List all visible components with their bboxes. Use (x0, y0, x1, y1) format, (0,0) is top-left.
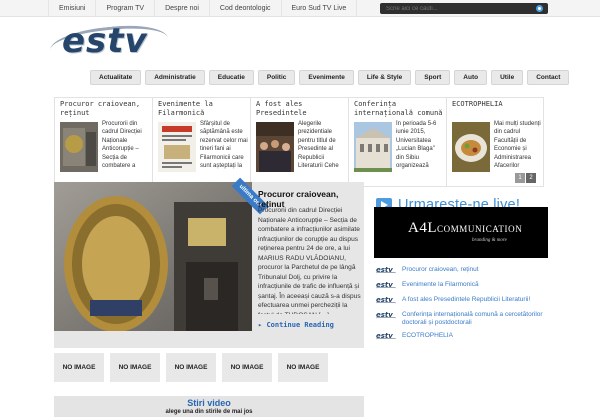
menu-utile[interactable]: Utile (491, 70, 524, 85)
carousel-item[interactable]: A fost ales Presedintele Alegerile prezi… (251, 98, 349, 186)
estv-mini-logo: estv (376, 296, 398, 306)
mini-logo-swoosh (376, 317, 396, 320)
no-image-placeholder[interactable]: NO IMAGE (222, 353, 272, 382)
sidebar-news-list: estv Procuror craiovean, reținut estv Ev… (376, 266, 552, 347)
top-nav: Emisiuni Program TV Despre noi Cod deont… (48, 0, 358, 17)
mini-logo-swoosh (376, 338, 396, 341)
ad-brand-big: A4L (408, 220, 437, 236)
sidebar-news-link[interactable]: Conferința internațională comună a cerce… (402, 311, 552, 327)
sidebar-news-link[interactable]: A fost ales Presedintele Republicii Lite… (402, 296, 530, 304)
menu-evenimente[interactable]: Evenimente (299, 70, 354, 85)
carousel-pager: 1 2 (515, 173, 536, 183)
search-input[interactable] (386, 3, 526, 14)
mini-logo-swoosh (376, 272, 396, 275)
estv-mini-logo: estv (376, 266, 398, 276)
featured-image[interactable] (54, 182, 252, 331)
sidebar-news-item[interactable]: estv ECOTROPHELIA (376, 332, 552, 342)
continue-reading-label: Continue Reading (266, 321, 334, 329)
carousel-item-excerpt: Alegerile prezidentiale pentru titlul de… (298, 121, 339, 170)
sidebar-news-link[interactable]: ECOTROPHELIA (402, 332, 453, 340)
menu-educatie[interactable]: Educatie (208, 70, 254, 85)
carousel-item-excerpt: Sfârșitul de săptămână este rezervat cel… (200, 121, 248, 170)
no-image-placeholder[interactable]: NO IMAGE (110, 353, 160, 382)
a4l-ad-banner[interactable]: A4LCOMMUNICATION branding & more (374, 207, 548, 258)
estv-mini-logo: estv (376, 332, 398, 342)
sidebar-news-item[interactable]: estv Procuror craiovean, reținut (376, 266, 552, 276)
carousel-item-title[interactable]: A fost ales Presedintele (256, 100, 348, 118)
main-menu: Actualitate Administratie Educatie Polit… (90, 70, 570, 85)
topnav-despre-noi[interactable]: Despre noi (155, 0, 210, 17)
news-carousel: Procuror craiovean, reținut Procurorii d… (54, 97, 544, 187)
ad-brand-small: COMMUNICATION (437, 224, 523, 234)
menu-actualitate[interactable]: Actualitate (90, 70, 142, 85)
sidebar-news-link[interactable]: Evenimente la Filarmonică (402, 281, 479, 289)
menu-auto[interactable]: Auto (454, 70, 488, 85)
sidebar-news-link[interactable]: Procuror craiovean, reținut (402, 266, 479, 274)
carousel-thumbnail[interactable] (256, 122, 294, 172)
video-news-header: Stiri video alege una din stirile de mai… (54, 396, 364, 417)
carousel-item[interactable]: Conferința internațională comună În peri… (349, 98, 447, 186)
thumbnail-row: NO IMAGE NO IMAGE NO IMAGE NO IMAGE NO I… (54, 353, 328, 382)
page: estv Actualitate Administratie Educatie … (48, 17, 570, 417)
logo-text: estv (62, 21, 148, 61)
menu-sport[interactable]: Sport (415, 70, 451, 85)
continue-arrow-icon: ▸ (258, 321, 263, 329)
video-news-subtitle: alege una din stirile de mai jos (165, 409, 253, 415)
carousel-thumbnail[interactable] (354, 122, 392, 172)
no-image-placeholder[interactable]: NO IMAGE (166, 353, 216, 382)
menu-politic[interactable]: Politic (257, 70, 296, 85)
carousel-item-title[interactable]: Evenimente la Filarmonică (158, 100, 250, 118)
menu-life-style[interactable]: Life & Style (357, 70, 412, 85)
menu-contact[interactable]: Contact (527, 70, 570, 85)
estv-mini-logo: estv (376, 281, 398, 291)
carousel-item-excerpt: Procurorii din cadrul Direcției Național… (102, 121, 142, 170)
top-bar: Emisiuni Program TV Despre noi Cod deont… (0, 0, 600, 17)
search-button-icon[interactable] (536, 5, 543, 12)
carousel-item-title[interactable]: Conferința internațională comună (354, 100, 446, 118)
mini-logo-swoosh (376, 302, 396, 305)
topnav-cod-deontologic[interactable]: Cod deontologic (210, 0, 282, 17)
ad-tagline: branding & more (472, 238, 507, 243)
no-image-placeholder[interactable]: NO IMAGE (278, 353, 328, 382)
no-image-placeholder[interactable]: NO IMAGE (54, 353, 104, 382)
carousel-item-title[interactable]: ECOTROPHELIA (452, 100, 543, 118)
estv-mini-logo: estv (376, 311, 398, 321)
carousel-item-title[interactable]: Procuror craiovean, reținut (60, 100, 152, 118)
carousel-item[interactable]: Evenimente la Filarmonică Sfârșitul de s… (153, 98, 251, 186)
featured-article: ultima oră Procuror craiovean, reținut P… (54, 177, 364, 348)
carousel-thumbnail[interactable] (60, 122, 98, 172)
carousel-page-1[interactable]: 1 (515, 173, 525, 183)
menu-administratie[interactable]: Administratie (145, 70, 205, 85)
topnav-program-tv[interactable]: Program TV (96, 0, 156, 17)
topnav-emisiuni[interactable]: Emisiuni (48, 0, 97, 17)
featured-text: Procurorii din cadrul Direcției Național… (258, 207, 361, 314)
search-box (380, 3, 548, 14)
carousel-thumbnail[interactable] (452, 122, 490, 172)
topnav-euro-sud-tv-live[interactable]: Euro Sud TV Live (282, 0, 358, 17)
ad-brand: A4LCOMMUNICATION (408, 220, 522, 237)
mini-logo-swoosh (376, 287, 396, 290)
carousel-thumbnail[interactable] (158, 122, 196, 172)
sidebar-news-item[interactable]: estv Conferința internațională comună a … (376, 311, 552, 327)
carousel-item[interactable]: Procuror craiovean, reținut Procurorii d… (55, 98, 153, 186)
sidebar-news-item[interactable]: estv Evenimente la Filarmonică (376, 281, 552, 291)
carousel-page-2[interactable]: 2 (526, 173, 536, 183)
site-logo[interactable]: estv (48, 20, 170, 68)
sidebar-news-item[interactable]: estv A fost ales Presedintele Republicii… (376, 296, 552, 306)
continue-reading-link[interactable]: ▸ Continue Reading (258, 321, 334, 329)
carousel-item-excerpt: În perioada 5-6 iunie 2015, Universitate… (396, 121, 437, 170)
